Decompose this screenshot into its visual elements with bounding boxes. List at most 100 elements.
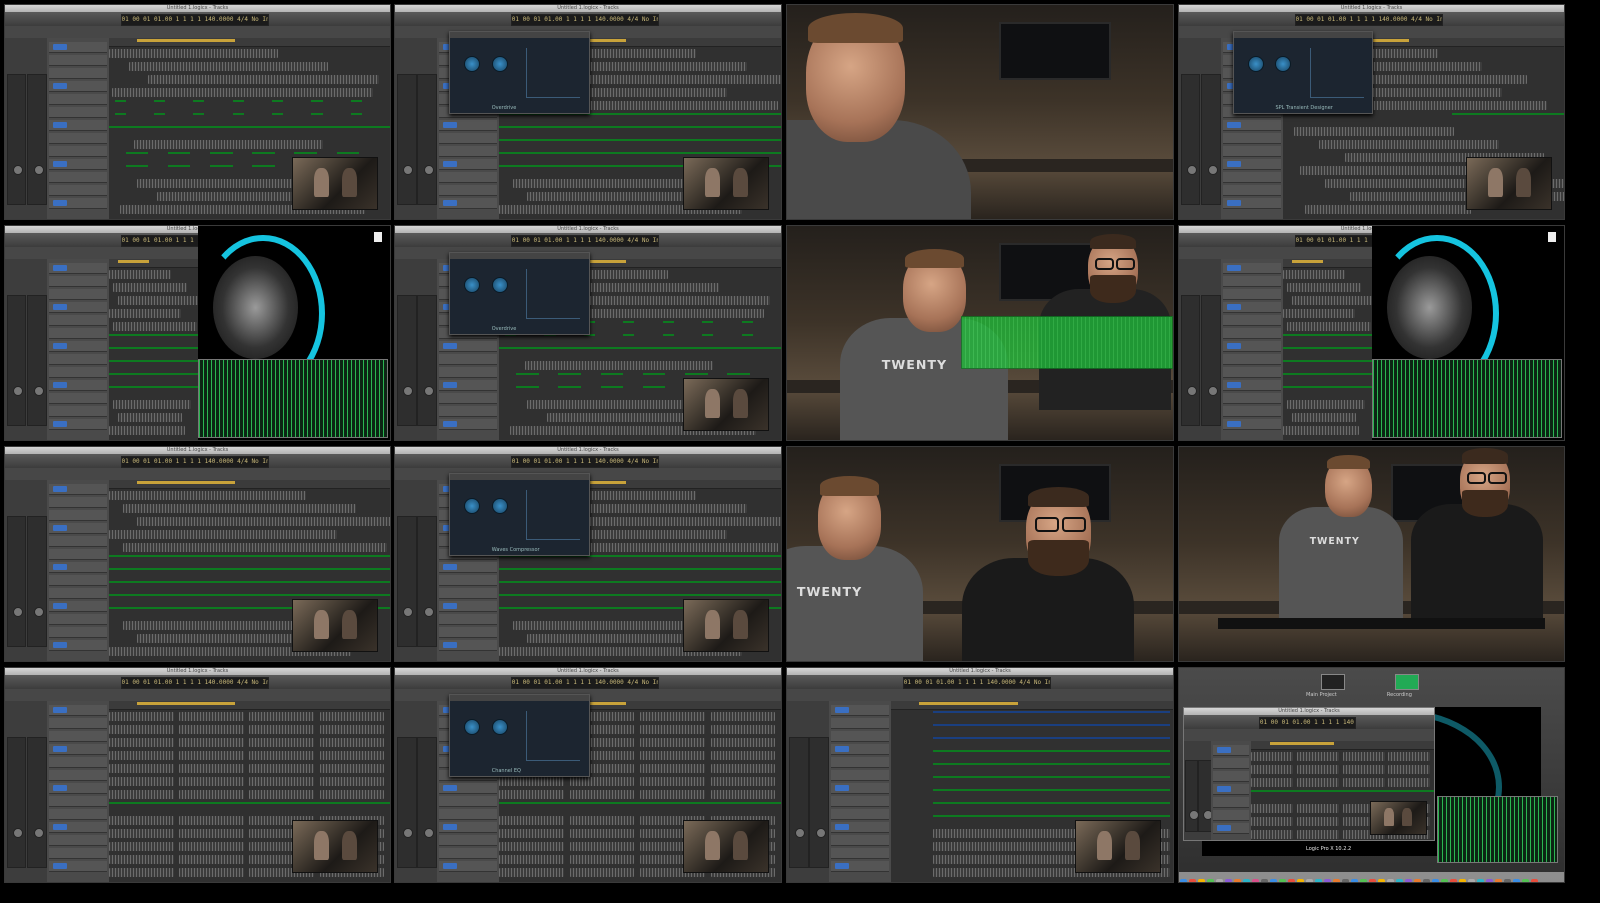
audio-region[interactable]	[1282, 386, 1372, 388]
track-header[interactable]	[49, 562, 107, 573]
track-header[interactable]	[1213, 822, 1250, 834]
track-header[interactable]	[439, 796, 498, 807]
audio-region[interactable]	[702, 334, 714, 336]
dock-app-icon[interactable]	[1333, 879, 1340, 882]
track-header[interactable]	[831, 809, 890, 820]
waveform-region[interactable]	[108, 309, 181, 318]
audio-region[interactable]	[727, 373, 750, 375]
audio-region[interactable]	[125, 152, 149, 154]
waveform-region[interactable]	[569, 777, 635, 786]
waveform-region[interactable]	[249, 738, 315, 747]
track-header[interactable]	[49, 406, 107, 417]
audio-region[interactable]	[499, 126, 781, 128]
thumbnail-cell[interactable]: TWENTY	[1178, 446, 1565, 662]
audio-region[interactable]	[933, 789, 1171, 791]
thumbnail-cell[interactable]: Untitled 1.logicx - Tracks01 00 01 01.00…	[394, 667, 782, 883]
track-header[interactable]	[439, 133, 498, 144]
track-header[interactable]	[49, 640, 107, 651]
waveform-region[interactable]	[710, 764, 776, 773]
plugin-header[interactable]	[450, 252, 589, 259]
thumbnail-cell[interactable]: Untitled 1.logicx - Tracks01 00 01 01.00…	[4, 225, 391, 441]
dock-app-icon[interactable]	[1180, 879, 1187, 882]
waveform-region[interactable]	[710, 712, 776, 721]
pan-knob[interactable]	[1186, 385, 1197, 396]
track-header[interactable]	[49, 614, 107, 625]
audio-region[interactable]	[1282, 334, 1372, 336]
waveform-region[interactable]	[569, 816, 635, 825]
track-header[interactable]	[831, 861, 890, 872]
audio-region[interactable]	[499, 594, 781, 596]
dock-app-icon[interactable]	[1495, 879, 1502, 882]
audio-region[interactable]	[933, 763, 1171, 765]
track-header[interactable]	[1223, 159, 1281, 170]
waveform-region[interactable]	[108, 751, 174, 760]
waveform-region[interactable]	[640, 738, 705, 747]
lcd-display[interactable]: 01 00 01 01.00 1 1 1 1 140.0000 4/4 No I…	[510, 456, 660, 468]
audio-region[interactable]	[311, 113, 323, 115]
waveform-region[interactable]	[108, 829, 174, 838]
track-header[interactable]	[439, 783, 498, 794]
waveform-region[interactable]	[249, 712, 315, 721]
waveform-region[interactable]	[499, 855, 565, 864]
waveform-region[interactable]	[108, 49, 278, 58]
track-header[interactable]	[49, 536, 107, 547]
waveform-region[interactable]	[1305, 205, 1472, 214]
waveform-region[interactable]	[108, 491, 306, 500]
waveform-region[interactable]	[499, 790, 565, 799]
thumbnail-cell[interactable]: Untitled 1.logicx - Tracks01 00 01 01.00…	[4, 446, 391, 662]
dock-app-icon[interactable]	[1504, 879, 1511, 882]
track-header[interactable]	[49, 497, 107, 508]
timeline-ruler[interactable]	[108, 259, 198, 268]
audio-region[interactable]	[662, 321, 674, 323]
track-header[interactable]	[439, 640, 498, 651]
audio-region[interactable]	[741, 334, 753, 336]
channel-strip-right[interactable]	[27, 74, 47, 205]
track-header[interactable]	[1213, 770, 1250, 782]
track-header[interactable]	[1223, 315, 1281, 326]
midi-region[interactable]	[933, 711, 1171, 713]
track-header[interactable]	[1223, 185, 1281, 196]
cycle-region[interactable]	[919, 702, 1018, 705]
plugin-window[interactable]: Channel EQ	[449, 693, 590, 777]
waveform-region[interactable]	[710, 738, 776, 747]
track-header[interactable]	[49, 744, 107, 755]
waveform-region[interactable]	[179, 842, 244, 851]
waveform-region[interactable]	[108, 530, 337, 539]
waveform-region[interactable]	[108, 738, 174, 747]
output-knob[interactable]	[491, 277, 508, 294]
lcd-display[interactable]: 01 00 01 01.00 1 1 1 1 140.0000 4/4 No I…	[120, 456, 269, 468]
waveform-region[interactable]	[640, 790, 705, 799]
audio-region[interactable]	[153, 100, 166, 102]
track-header[interactable]	[49, 367, 107, 378]
track-header[interactable]	[439, 601, 498, 612]
thumbnail-cell[interactable]: Untitled 1.logicx - Tracks01 00 01 01.00…	[1178, 225, 1565, 441]
track-header[interactable]	[1223, 380, 1281, 391]
waveform-region[interactable]	[1388, 764, 1431, 774]
waveform-region[interactable]	[108, 426, 186, 435]
track-header[interactable]	[49, 107, 107, 118]
track-header[interactable]	[49, 328, 107, 339]
track-header[interactable]	[1223, 341, 1281, 352]
waveform-region[interactable]	[319, 777, 385, 786]
track-header[interactable]	[439, 198, 498, 209]
dock-app-icon[interactable]	[1414, 879, 1421, 882]
track-header[interactable]	[49, 419, 107, 430]
track-header[interactable]	[49, 159, 107, 170]
audio-region[interactable]	[336, 152, 360, 154]
track-header[interactable]	[439, 588, 498, 599]
track-header[interactable]	[831, 783, 890, 794]
pan-knob[interactable]	[1207, 385, 1218, 396]
cycle-region[interactable]	[137, 702, 236, 705]
channel-strip-left[interactable]	[6, 295, 27, 426]
channel-strip-right[interactable]	[417, 74, 437, 205]
midi-region[interactable]	[933, 737, 1171, 739]
timeline-ruler[interactable]	[108, 701, 390, 710]
waveform-region[interactable]	[640, 712, 705, 721]
audio-region[interactable]	[933, 815, 1171, 817]
audio-region[interactable]	[252, 152, 275, 154]
waveform-region[interactable]	[128, 62, 329, 71]
waveform-region[interactable]	[117, 413, 183, 422]
waveform-region[interactable]	[569, 842, 635, 851]
audio-region[interactable]	[600, 386, 624, 388]
pan-knob[interactable]	[1186, 164, 1197, 175]
